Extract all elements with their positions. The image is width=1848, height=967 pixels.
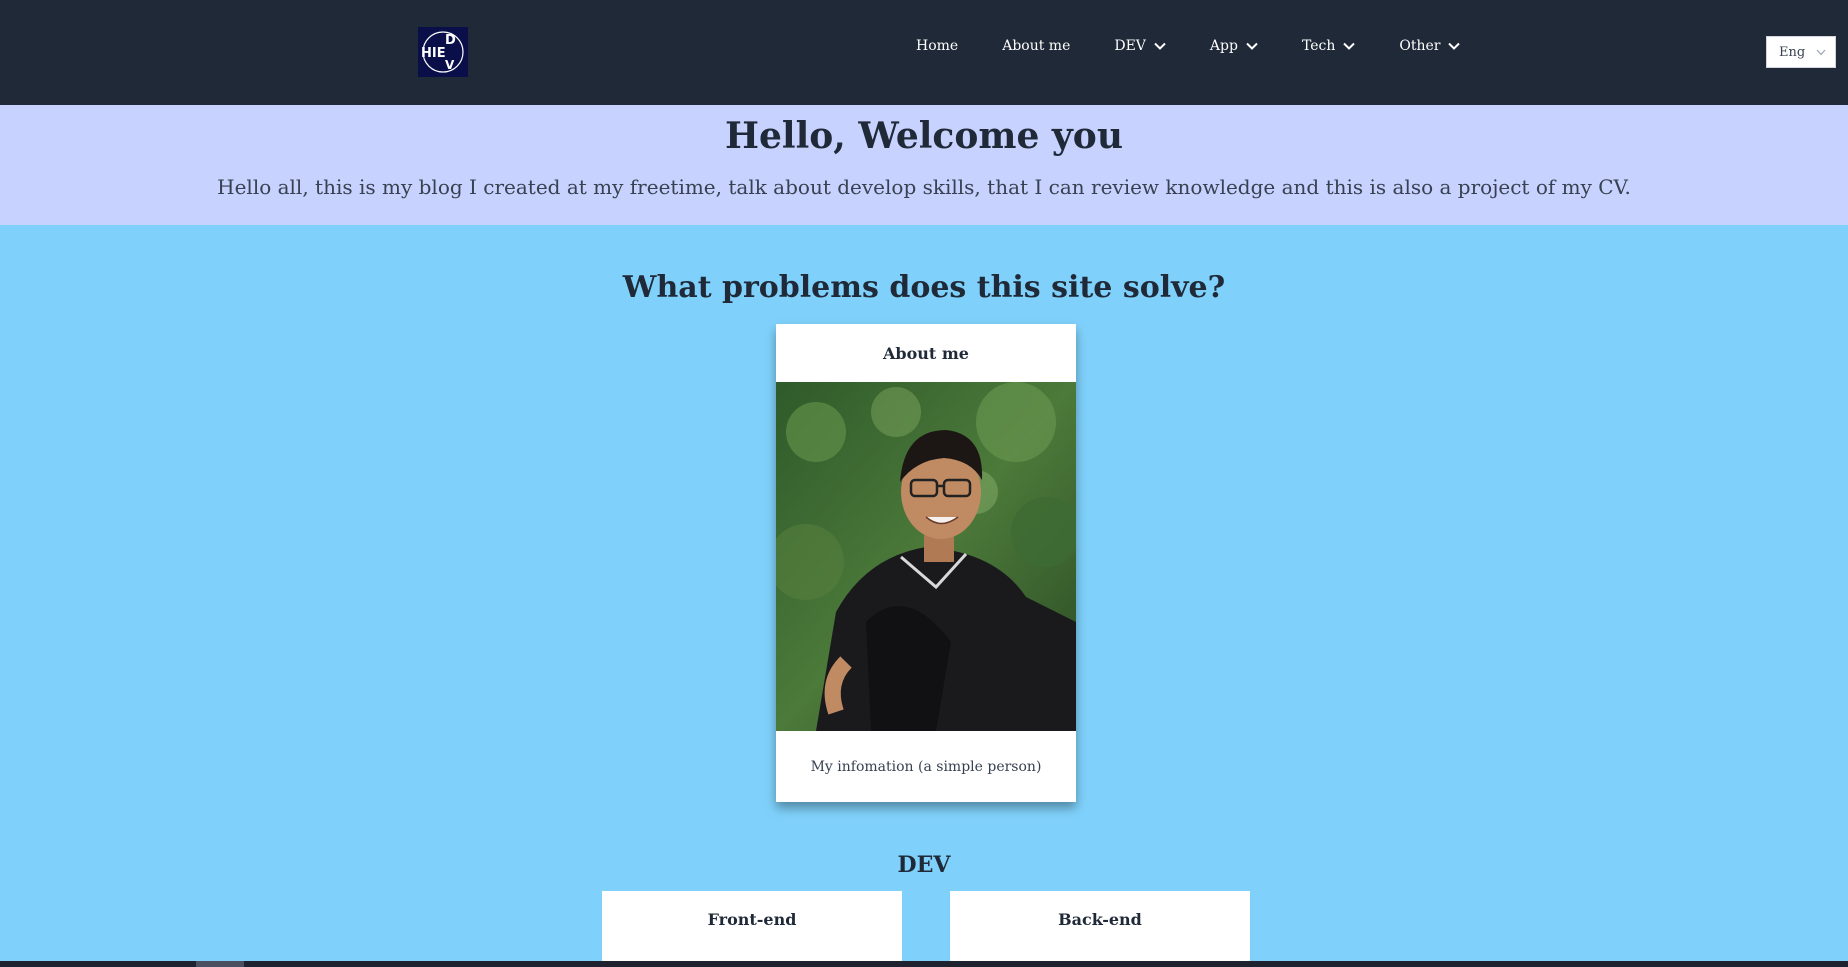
chevron-down-icon	[1154, 42, 1166, 50]
nav-other-dropdown[interactable]: Other	[1399, 38, 1461, 54]
nav-tech-dropdown[interactable]: Tech	[1301, 38, 1356, 54]
profile-photo	[776, 382, 1076, 731]
chevron-down-icon	[1816, 49, 1826, 56]
language-select[interactable]: Eng	[1766, 36, 1836, 68]
section-title: What problems does this site solve?	[622, 270, 1226, 305]
nav-dev-dropdown[interactable]: DEV	[1114, 38, 1166, 54]
navbar: D HIE V Home About me DEV App Tech Other	[0, 0, 1848, 105]
back-end-card-title: Back-end	[1058, 909, 1142, 929]
about-me-card[interactable]: About me My infomation (a simple person)	[776, 324, 1076, 802]
nav-about-me[interactable]: About me	[1002, 38, 1070, 54]
back-end-card[interactable]: Back-end	[950, 891, 1250, 961]
about-me-card-caption: My infomation (a simple person)	[810, 758, 1042, 775]
hero-title: Hello, Welcome you	[725, 115, 1123, 157]
nav-other-label: Other	[1399, 38, 1441, 54]
nav-about-me-label: About me	[1002, 38, 1071, 54]
svg-text:V: V	[445, 58, 455, 72]
nav-home[interactable]: Home	[916, 38, 958, 54]
front-end-card-title: Front-end	[707, 909, 797, 929]
language-select-value: Eng	[1779, 44, 1806, 60]
chevron-down-icon	[1343, 42, 1356, 50]
hero-banner: Hello, Welcome you Hello all, this is my…	[0, 105, 1848, 225]
nav-home-label: Home	[916, 38, 959, 54]
scrollbar-thumb[interactable]	[196, 961, 244, 967]
chevron-down-icon	[1448, 42, 1461, 50]
svg-text:HIE: HIE	[421, 46, 446, 61]
front-end-card[interactable]: Front-end	[602, 891, 902, 961]
about-me-card-title: About me	[883, 343, 969, 363]
nav-dev-label: DEV	[1114, 38, 1146, 54]
horizontal-scrollbar[interactable]	[0, 961, 1848, 967]
nav-app-dropdown[interactable]: App	[1210, 38, 1258, 54]
site-logo[interactable]: D HIE V	[418, 27, 468, 77]
logo-icon: D HIE V	[418, 27, 468, 77]
hero-subtitle: Hello all, this is my blog I created at …	[217, 175, 1631, 199]
chevron-down-icon	[1246, 42, 1258, 50]
dev-section-title: DEV	[897, 852, 951, 878]
main-nav: Home About me DEV App Tech Other	[916, 36, 1461, 56]
svg-text:D: D	[445, 33, 456, 48]
nav-app-label: App	[1209, 38, 1238, 54]
nav-tech-label: Tech	[1301, 38, 1336, 54]
